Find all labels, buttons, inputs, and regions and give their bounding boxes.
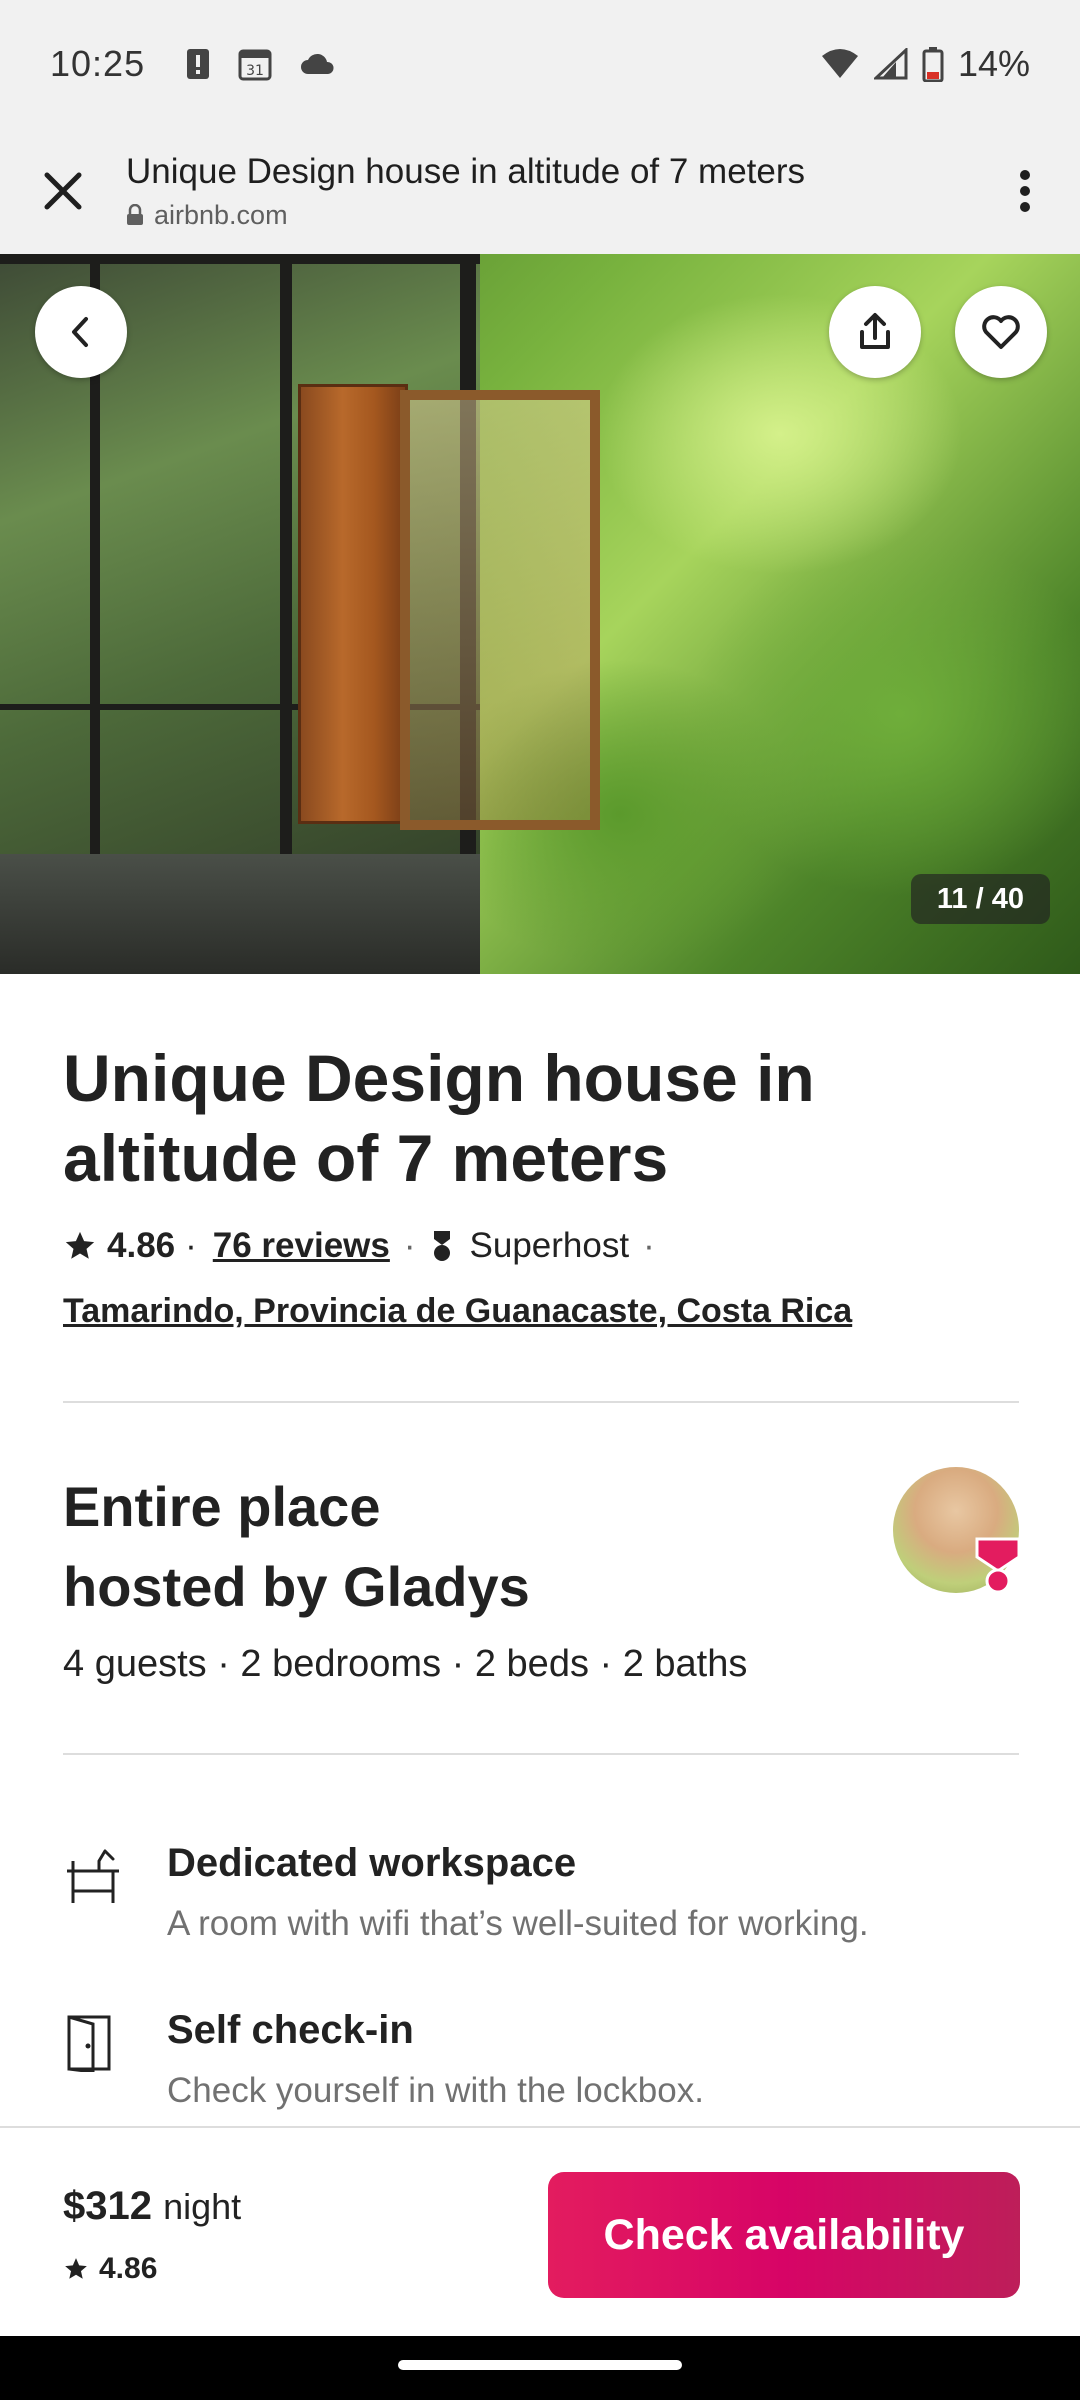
booking-rating-value: 4.86 (99, 2252, 158, 2285)
browser-page-title: Unique Design house in altitude of 7 met… (126, 151, 806, 191)
divider (63, 1753, 1019, 1755)
browser-url-text: airbnb.com (154, 199, 288, 230)
close-tab-button[interactable] (0, 128, 126, 254)
browser-url: airbnb.com (126, 200, 970, 231)
meta-separator: · (403, 1226, 416, 1265)
room-details: 4 guests · 2 bedrooms · 2 beds · 2 baths (63, 1643, 748, 1685)
host-title-line2: hosted by Gladys (63, 1555, 530, 1618)
price: $312 night (63, 2184, 241, 2229)
more-vert-icon (1020, 170, 1030, 212)
listing-photo[interactable] (0, 254, 1080, 974)
feature-title: Dedicated workspace (167, 1841, 577, 1885)
reviews-link[interactable]: 76 reviews (213, 1226, 390, 1266)
feature-description: Check yourself in with the lockbox. (167, 2071, 704, 2110)
star-icon (65, 1231, 95, 1259)
heart-icon (982, 315, 1020, 349)
page-info: Unique Design house in altitude of 7 met… (126, 152, 970, 231)
door-icon (67, 2015, 111, 2074)
status-bar: 10:25 31 14% (0, 0, 1080, 128)
wifi-icon (821, 49, 858, 78)
photo-frame-top (0, 254, 480, 264)
status-notification-icons: 31 (185, 46, 337, 82)
battery-percent: 14% (957, 43, 1030, 84)
host-title: Entire place hosted by Gladys (63, 1403, 1019, 1627)
feature-title: Self check-in (167, 2008, 414, 2052)
browser-menu-button[interactable] (970, 128, 1080, 254)
save-button[interactable] (955, 286, 1047, 378)
browser-toolbar: Unique Design house in altitude of 7 met… (0, 128, 1080, 254)
home-gesture-handle[interactable] (398, 2360, 682, 2370)
share-button[interactable] (829, 286, 921, 378)
superhost-badge-icon (975, 1537, 1021, 1594)
listing-title: Unique Design house in altitude of 7 met… (63, 1041, 815, 1195)
photo-window (400, 390, 600, 830)
photo-floor (0, 854, 480, 974)
meta-separator: · (643, 1226, 655, 1265)
back-button[interactable] (35, 286, 127, 378)
system-nav-bar (0, 2336, 1080, 2400)
photo-shutter (298, 384, 408, 824)
cloud-icon (301, 53, 334, 74)
check-availability-button[interactable]: Check availability (548, 2172, 1020, 2298)
lock-icon (127, 204, 143, 225)
photo-counter: 11 / 40 (910, 874, 1050, 924)
listing-meta-row: 4.86 · 76 reviews · Superhost · (63, 1226, 1019, 1266)
feature-item: Dedicated workspace A room with wifi tha… (63, 1841, 1019, 1944)
location-link[interactable]: Tamarindo, Provincia de Guanacaste, Cost… (63, 1292, 1019, 1331)
desk-icon (67, 1849, 119, 1903)
signal-icon (873, 48, 908, 80)
price-unit: night (163, 2186, 242, 2227)
svg-text:31: 31 (246, 63, 264, 79)
booking-rating: 4.86 (63, 2252, 157, 2286)
host-section: Entire place hosted by Gladys 4 guests ·… (63, 1403, 1021, 1753)
feature-item: Self check-in Check yourself in with the… (63, 2008, 1019, 2111)
battery-icon (922, 47, 944, 82)
feature-description: A room with wifi that’s well-suited for … (167, 1904, 869, 1943)
status-time: 10:25 (50, 43, 146, 84)
feature-icon-wrap (63, 2008, 167, 2111)
feature-icon-wrap (63, 1841, 167, 1944)
price-amount: $312 (63, 2184, 152, 2228)
alert-icon (187, 49, 210, 79)
close-icon (44, 172, 82, 210)
feature-text: Dedicated workspace A room with wifi tha… (167, 1841, 869, 1944)
share-icon (860, 313, 890, 349)
status-system-icons: 14% (820, 43, 1030, 85)
listing-content: Unique Design house in altitude of 7 met… (63, 974, 1021, 2111)
chevron-left-icon (72, 317, 88, 347)
feature-text: Self check-in Check yourself in with the… (167, 2008, 704, 2111)
rating-separator: · (185, 1226, 197, 1265)
booking-bar: $312 night 4.86 Check availability (0, 2126, 1080, 2336)
superhost-label: Superhost (469, 1226, 630, 1265)
star-icon (65, 2258, 87, 2279)
listing-rating: 4.86 (107, 1226, 176, 1265)
host-title-line1: Entire place (63, 1475, 381, 1538)
superhost-icon (433, 1231, 450, 1261)
calendar-icon: 31 (238, 49, 272, 81)
